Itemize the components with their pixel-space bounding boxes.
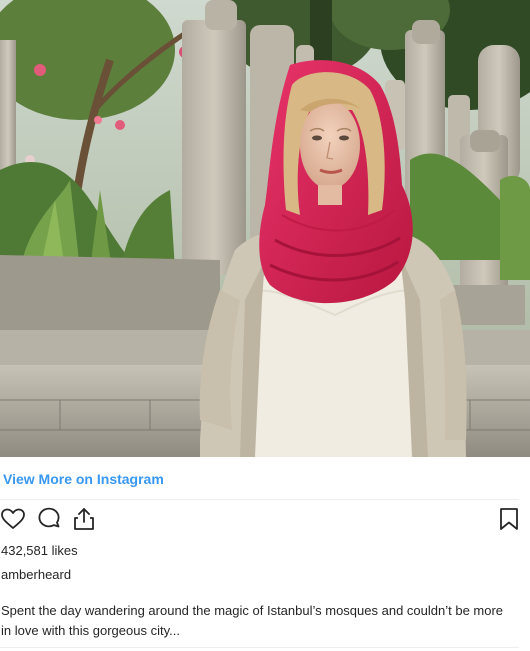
likes-count[interactable]: 432,581 likes — [1, 543, 78, 558]
post-caption: Spent the day wandering around the magic… — [1, 603, 504, 638]
photo-image — [0, 0, 530, 457]
post-actions — [0, 506, 530, 536]
heart-icon — [1, 508, 25, 529]
share-icon — [74, 508, 94, 530]
like-button[interactable] — [0, 506, 28, 534]
comment-button[interactable] — [36, 506, 64, 534]
save-button[interactable] — [496, 506, 524, 534]
comment-icon — [38, 507, 60, 528]
bookmark-icon — [500, 508, 518, 530]
share-button[interactable] — [71, 506, 99, 534]
username[interactable]: amberheard — [1, 567, 71, 582]
divider — [0, 499, 519, 500]
post-photo[interactable] — [0, 0, 530, 457]
view-more-link[interactable]: View More on Instagram — [3, 471, 164, 487]
bottom-divider — [0, 647, 519, 648]
